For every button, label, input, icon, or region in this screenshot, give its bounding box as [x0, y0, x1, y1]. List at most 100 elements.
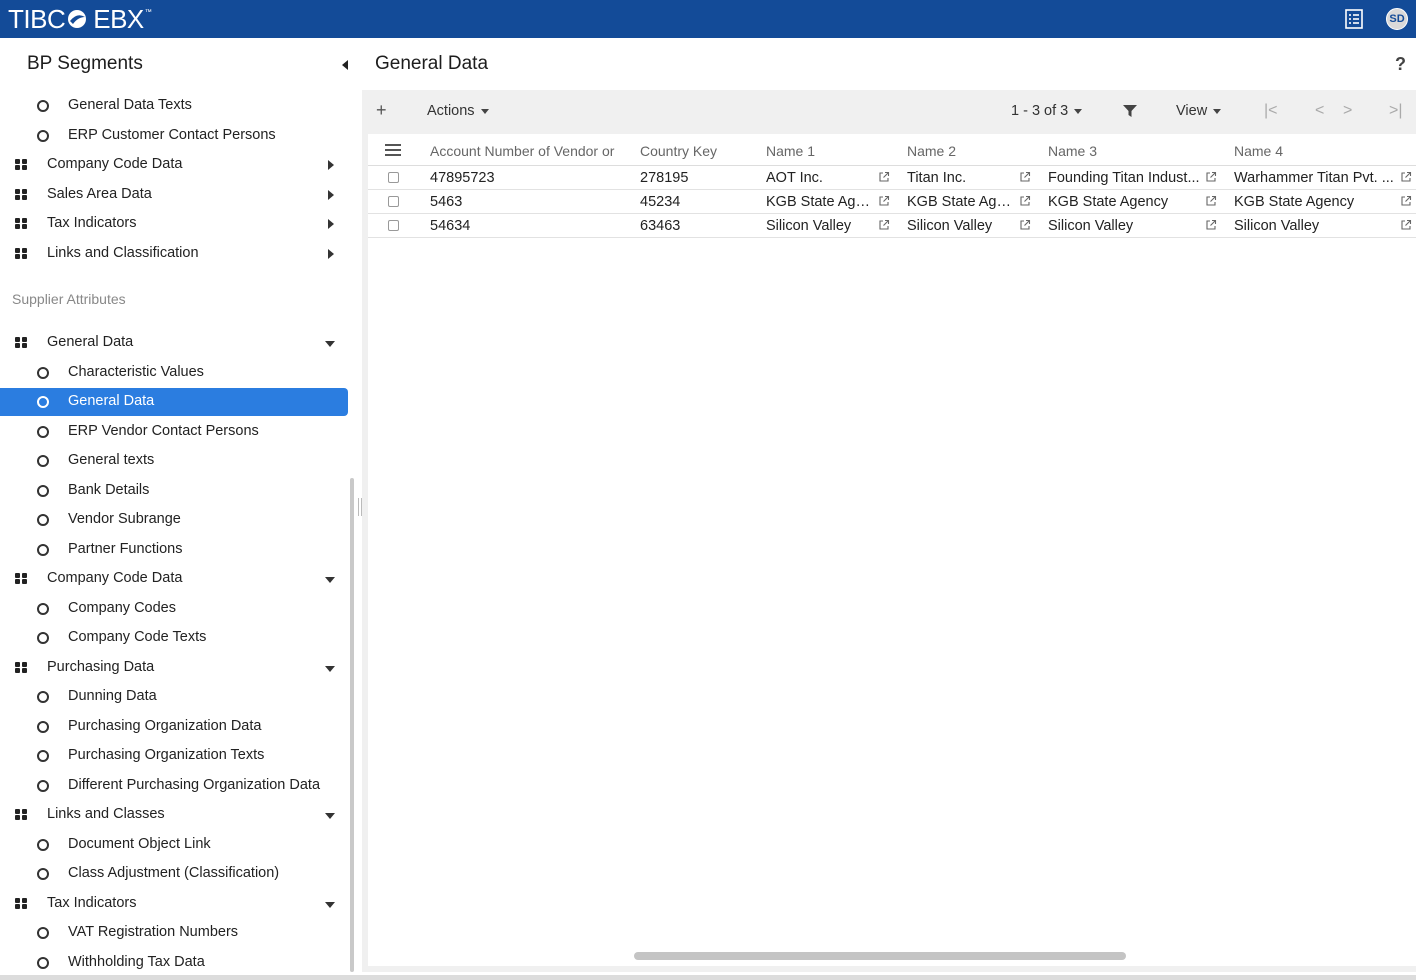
table-cell: KGB State Age... — [907, 194, 1015, 210]
sidebar-item-company-codes[interactable]: Company Codes — [0, 595, 348, 623]
table-row[interactable]: 54634 63463 Silicon Valley Silicon Valley Si… — [368, 214, 1416, 238]
circle-icon — [37, 514, 49, 526]
sidebar-group-links-and-classification[interactable]: Links and Classification — [0, 240, 348, 268]
sidebar-group-tax-indicators[interactable]: Tax Indicators — [0, 210, 348, 238]
sidebar-scrollbar[interactable] — [350, 478, 354, 972]
sidebar-group-company-code-data[interactable]: Company Code Data — [0, 151, 348, 179]
sidebar-item-document-object-link[interactable]: Document Object Link — [0, 831, 348, 859]
sidebar-item-label: Purchasing Organization Data — [68, 717, 262, 734]
open-external-icon[interactable] — [1019, 171, 1031, 183]
column-header-name-2[interactable]: Name 2 — [907, 143, 1027, 159]
sidebar-item-purchasing-organization-data[interactable]: Purchasing Organization Data — [0, 713, 348, 741]
user-avatar[interactable]: SD — [1386, 8, 1408, 30]
open-external-icon[interactable] — [1205, 195, 1217, 207]
caret-right-icon[interactable] — [328, 219, 334, 229]
column-header-name-1[interactable]: Name 1 — [766, 143, 886, 159]
sidebar-group-links-and-classes[interactable]: Links and Classes — [0, 801, 348, 829]
previous-page-button[interactable]: < — [1315, 102, 1324, 120]
table-cell: 5463 — [430, 194, 463, 210]
column-header-account-number[interactable]: Account Number of Vendor or — [430, 143, 626, 159]
sidebar-group-sales-area-data[interactable]: Sales Area Data — [0, 181, 348, 209]
open-external-icon[interactable] — [1019, 195, 1031, 207]
column-header-country-key[interactable]: Country Key — [640, 143, 750, 159]
sidebar-item-vendor-subrange[interactable]: Vendor Subrange — [0, 506, 348, 534]
row-checkbox[interactable] — [388, 220, 399, 231]
sidebar-item-class-adjustment-classification[interactable]: Class Adjustment (Classification) — [0, 860, 348, 888]
table-header: Account Number of Vendor or Country Key … — [368, 134, 1416, 166]
sidebar-item-company-code-texts[interactable]: Company Code Texts — [0, 624, 348, 652]
table-cell: Silicon Valley — [766, 218, 852, 234]
plus-icon[interactable]: + — [376, 100, 387, 121]
row-checkbox[interactable] — [388, 196, 399, 207]
row-checkbox[interactable] — [388, 172, 399, 183]
last-page-button[interactable]: >| — [1389, 102, 1403, 120]
chevron-down-icon — [480, 108, 489, 114]
circle-icon — [37, 484, 49, 497]
caret-right-icon[interactable] — [328, 160, 334, 170]
sidebar-item-label: Vendor Subrange — [68, 511, 181, 527]
open-external-icon[interactable] — [878, 171, 890, 183]
chevron-down-icon — [1074, 108, 1083, 114]
sidebar-item-purchasing-organization-texts[interactable]: Purchasing Organization Texts — [0, 742, 348, 770]
help-button[interactable]: ? — [1395, 54, 1406, 75]
pagination-selector[interactable]: 1 - 3 of 3 — [1011, 103, 1083, 119]
sidebar-item-dunning-data[interactable]: Dunning Data — [0, 683, 348, 711]
view-menu-button[interactable]: View — [1176, 103, 1222, 119]
list-view-icon[interactable] — [1344, 9, 1364, 29]
sidebar-item-different-purchasing-organization-data[interactable]: Different Purchasing Organization Data — [0, 772, 348, 800]
sidebar-item-general-data[interactable]: General Data — [0, 388, 348, 416]
actions-label: Actions — [427, 103, 475, 119]
sidebar-group-company-code-data[interactable]: Company Code Data — [0, 565, 348, 593]
caret-down-icon[interactable] — [325, 813, 335, 819]
tibco-orb-icon — [66, 8, 88, 30]
column-header-name-3[interactable]: Name 3 — [1048, 143, 1208, 159]
sidebar-item-bank-details[interactable]: Bank Details — [0, 477, 348, 505]
sidebar-group-label: Tax Indicators — [47, 215, 137, 231]
caret-down-icon[interactable] — [325, 665, 335, 672]
circle-icon — [37, 366, 49, 379]
open-external-icon[interactable] — [1205, 219, 1217, 231]
tibco-ebx-logo[interactable]: TIBC EBX ™ — [0, 0, 152, 38]
sidebar-group-purchasing-data[interactable]: Purchasing Data — [0, 654, 348, 682]
open-external-icon[interactable] — [878, 195, 890, 207]
next-page-button[interactable]: > — [1343, 102, 1352, 120]
sidebar-group-label: Company Code Data — [47, 570, 183, 586]
open-external-icon[interactable] — [1205, 171, 1217, 183]
sidebar-group-general-data[interactable]: General Data — [0, 329, 348, 357]
open-external-icon[interactable] — [1400, 171, 1412, 183]
horizontal-scrollbar[interactable] — [634, 952, 1126, 960]
sidebar-item-label: Withholding Tax Data — [68, 953, 205, 970]
sidebar-item-partner-functions[interactable]: Partner Functions — [0, 536, 348, 564]
caret-down-icon[interactable] — [325, 577, 335, 583]
caret-down-icon[interactable] — [325, 901, 335, 908]
open-external-icon[interactable] — [1019, 219, 1031, 231]
table-row[interactable]: 47895723 278195 AOT Inc. Titan Inc. Founding… — [368, 166, 1416, 190]
sidebar-item-general-texts[interactable]: General texts — [0, 447, 348, 475]
sidebar-item-label: Characteristic Values — [68, 363, 204, 380]
table-row[interactable]: 5463 45234 KGB State Age... KGB State Age..… — [368, 190, 1416, 214]
top-bar: TIBC EBX ™ SD — [0, 0, 1416, 38]
open-external-icon[interactable] — [878, 219, 890, 231]
sidebar-item-erp-vendor-contact-persons[interactable]: ERP Vendor Contact Persons — [0, 418, 348, 446]
circle-icon — [37, 838, 49, 851]
caret-right-icon[interactable] — [328, 189, 334, 200]
hamburger-icon[interactable] — [385, 144, 401, 157]
sidebar-group-tax-indicators[interactable]: Tax Indicators — [0, 890, 348, 918]
caret-left-icon[interactable] — [340, 58, 350, 72]
sidebar-item-general-data-texts[interactable]: General Data Texts — [0, 92, 348, 120]
sidebar-item-vat-registration-numbers[interactable]: VAT Registration Numbers — [0, 919, 348, 947]
sidebar-item-withholding-tax-data[interactable]: Withholding Tax Data — [0, 949, 348, 977]
first-page-button[interactable]: |< — [1264, 102, 1278, 120]
actions-menu-button[interactable]: Actions — [427, 103, 489, 119]
open-external-icon[interactable] — [1400, 219, 1412, 231]
circle-icon — [37, 779, 49, 792]
navigation-sidebar: BP Segments General Data Texts ERP Custom… — [0, 38, 358, 980]
caret-down-icon[interactable] — [325, 341, 335, 347]
open-external-icon[interactable] — [1400, 195, 1412, 207]
sidebar-item-erp-customer-contact-persons[interactable]: ERP Customer Contact Persons — [0, 122, 348, 150]
caret-right-icon[interactable] — [328, 248, 334, 259]
column-header-name-4[interactable]: Name 4 — [1234, 143, 1394, 159]
grid-squares-icon — [15, 337, 28, 349]
sidebar-item-characteristic-values[interactable]: Characteristic Values — [0, 359, 348, 387]
filter-icon[interactable] — [1123, 104, 1137, 118]
